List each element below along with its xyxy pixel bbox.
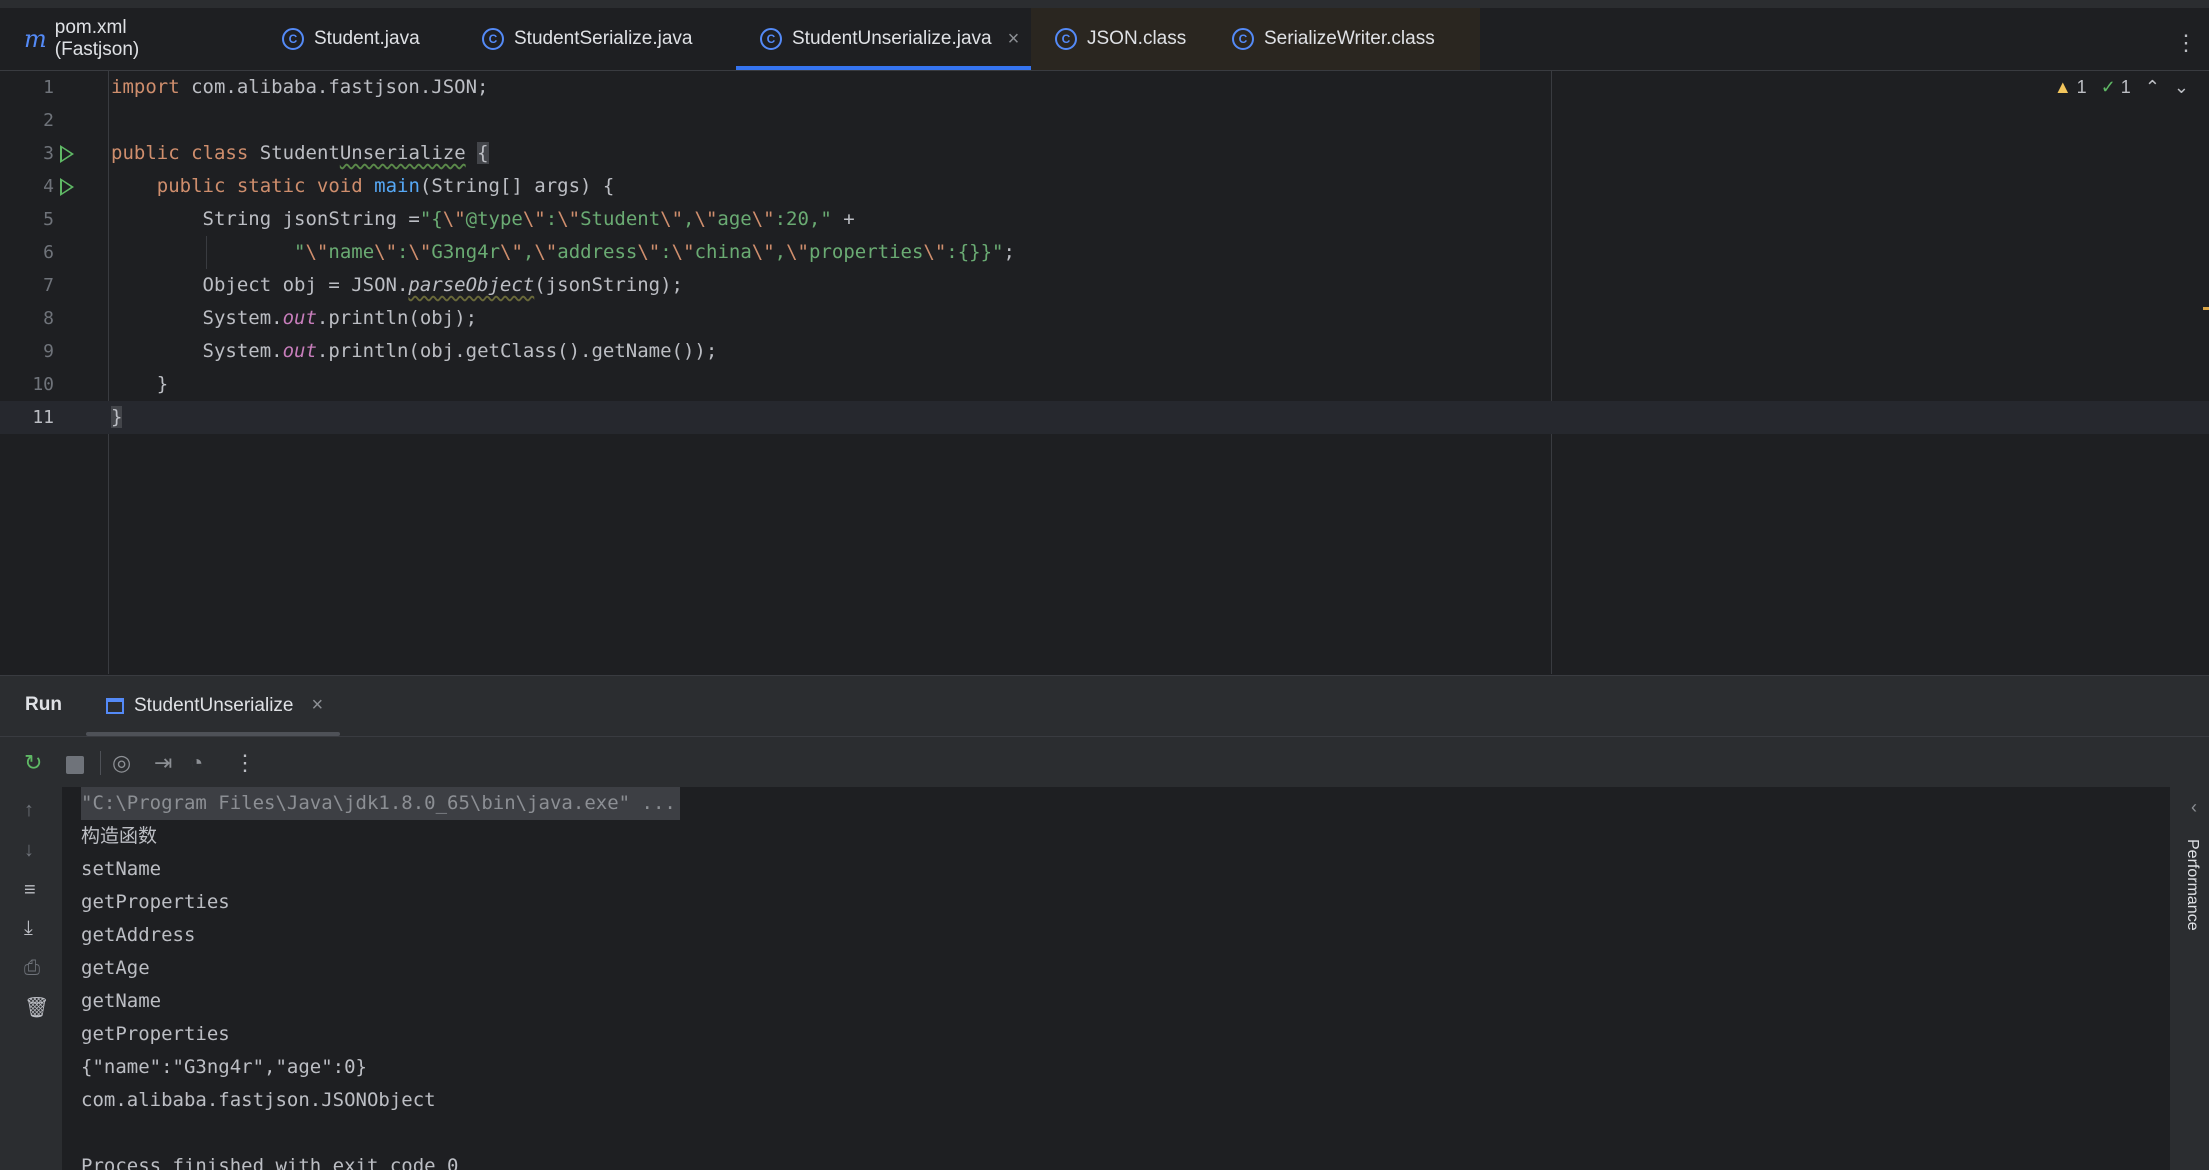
- tab-label: StudentUnserialize.java: [792, 28, 992, 49]
- trash-icon[interactable]: 🗑: [24, 995, 49, 1020]
- soft-wrap-icon[interactable]: ≡: [24, 879, 36, 902]
- code-line: 4 public static void main(String[] args)…: [0, 170, 2209, 203]
- console-line: getAge: [81, 957, 150, 979]
- line-number: 10: [32, 374, 54, 395]
- code-text: "\"name\":\"G3ng4r\",\"address\":\"china…: [294, 241, 1015, 263]
- run-title: Run: [25, 694, 62, 715]
- code-text: public class StudentUnserialize {: [111, 142, 489, 164]
- print-icon[interactable]: ⎙: [24, 957, 40, 980]
- run-tool-window: Run StudentUnserialize × ↻ ◎ ⇥ ◔ ⋮ ↑ ↓ ≡…: [0, 675, 2209, 1170]
- console-line: 构造函数: [81, 825, 158, 847]
- code-text: import com.alibaba.fastjson.JSON;: [111, 76, 489, 98]
- line-number: 4: [43, 176, 54, 197]
- console-line: {"name":"G3ng4r","age":0}: [81, 1056, 367, 1078]
- code-text: }: [156, 373, 169, 395]
- tab-pom-xml[interactable]: m pom.xml (Fastjson): [0, 8, 210, 70]
- class-icon: C: [282, 28, 304, 50]
- line-number: 1: [43, 77, 54, 98]
- line-number: 9: [43, 341, 54, 362]
- gauge-icon[interactable]: ◔: [190, 750, 203, 776]
- console-side-toolbar: ↑ ↓ ≡ ⤓ ⎙ 🗑: [0, 787, 62, 1170]
- code-text: System.out.println(obj.getClass().getNam…: [202, 340, 718, 362]
- console-line: Process finished with exit code 0: [81, 1155, 459, 1170]
- console-line: getAddress: [81, 924, 196, 946]
- code-line: 10 }: [0, 368, 2209, 401]
- close-icon[interactable]: ×: [311, 694, 323, 717]
- maven-icon: m: [24, 25, 47, 53]
- run-toolbar: ↻ ◎ ⇥ ◔ ⋮: [0, 736, 2209, 787]
- line-number: 11: [32, 407, 54, 428]
- right-tool-strip: ‹ Performance: [2171, 787, 2209, 1170]
- more-options-icon[interactable]: ⋮: [2175, 30, 2197, 56]
- editor-tab-bar: m pom.xml (Fastjson) C Student.java C St…: [0, 8, 2209, 71]
- arrow-down-icon[interactable]: ↓: [24, 839, 34, 862]
- code-text: public static void main(String[] args) {: [156, 175, 615, 197]
- toolbar-separator: [100, 751, 101, 775]
- tab-serializewriter-class[interactable]: C SerializeWriter.class: [1208, 8, 1480, 70]
- code-line: 8 System.out.println(obj);: [0, 302, 2209, 335]
- scroll-to-end-icon[interactable]: ⤓: [24, 917, 33, 940]
- tab-student-unserialize[interactable]: C StudentUnserialize.java ×: [736, 8, 1031, 70]
- rerun-icon[interactable]: ↻: [24, 750, 42, 776]
- tab-label: JSON.class: [1087, 28, 1187, 49]
- tab-student-serialize[interactable]: C StudentSerialize.java: [458, 8, 728, 70]
- chevron-left-icon[interactable]: ‹: [2191, 797, 2197, 818]
- tab-label: StudentSerialize.java: [514, 28, 693, 49]
- code-text: System.out.println(obj);: [202, 307, 478, 329]
- line-number: 2: [43, 110, 54, 131]
- line-number: 7: [43, 275, 54, 296]
- login-icon[interactable]: ⇥: [154, 750, 172, 776]
- arrow-up-icon[interactable]: ↑: [24, 799, 34, 822]
- window-icon: [106, 697, 124, 714]
- code-line: 1 import com.alibaba.fastjson.JSON;: [0, 71, 2209, 104]
- run-config-tab[interactable]: StudentUnserialize ×: [106, 694, 323, 717]
- window-top-strip: [0, 0, 2209, 8]
- run-header: Run StudentUnserialize ×: [0, 675, 2209, 736]
- console-line: getName: [81, 990, 162, 1012]
- line-number: 3: [43, 143, 54, 164]
- console-line: getProperties: [81, 1023, 230, 1045]
- more-options-icon[interactable]: ⋮: [234, 750, 256, 776]
- console-line: "C:\Program Files\Java\jdk1.8.0_65\bin\j…: [81, 787, 680, 820]
- line-number: 8: [43, 308, 54, 329]
- run-tab-label: StudentUnserialize: [134, 694, 294, 716]
- line-number: 5: [43, 209, 54, 230]
- tab-json-class[interactable]: C JSON.class: [1031, 8, 1231, 70]
- line-number: 6: [43, 242, 54, 263]
- class-icon: C: [1055, 28, 1077, 50]
- console-line: getProperties: [81, 891, 230, 913]
- console-line: setName: [81, 858, 162, 880]
- close-icon[interactable]: ×: [1008, 28, 1020, 51]
- code-editor[interactable]: ▲ 1 ✓ 1 ⌃ ⌄ 1 import com.alibaba.fastjso…: [0, 71, 2209, 674]
- camera-icon[interactable]: ◎: [112, 750, 131, 776]
- code-line: 3 public class StudentUnserialize {: [0, 137, 2209, 170]
- code-line: 6 "\"name\":\"G3ng4r\",\"address\":\"chi…: [0, 236, 2209, 269]
- tab-label: Student.java: [314, 28, 420, 49]
- stop-icon[interactable]: [66, 756, 84, 774]
- code-line: 2: [0, 104, 2209, 137]
- code-line: 5 String jsonString ="{\"@type\":\"Stude…: [0, 203, 2209, 236]
- code-text: String jsonString ="{\"@type\":\"Student…: [202, 208, 855, 230]
- console-line: com.alibaba.fastjson.JSONObject: [81, 1089, 436, 1111]
- tab-label: pom.xml (Fastjson): [54, 17, 140, 60]
- tab-label: SerializeWriter.class: [1264, 28, 1435, 49]
- run-icon[interactable]: [60, 178, 74, 196]
- performance-tab[interactable]: Performance: [2183, 839, 2201, 931]
- code-text: }: [111, 406, 123, 428]
- console-output[interactable]: "C:\Program Files\Java\jdk1.8.0_65\bin\j…: [62, 787, 2170, 1170]
- code-line: 7 Object obj = JSON.parseObject(jsonStri…: [0, 269, 2209, 302]
- runnable-class-icon: C: [760, 28, 782, 50]
- run-icon[interactable]: [60, 145, 74, 163]
- code-text: Object obj = JSON.parseObject(jsonString…: [202, 274, 683, 296]
- runnable-class-icon: C: [482, 28, 504, 50]
- code-line: 9 System.out.println(obj.getClass().getN…: [0, 335, 2209, 368]
- class-icon: C: [1232, 28, 1254, 50]
- tab-student-java[interactable]: C Student.java: [258, 8, 478, 70]
- code-line-current: 11 }: [0, 401, 2209, 434]
